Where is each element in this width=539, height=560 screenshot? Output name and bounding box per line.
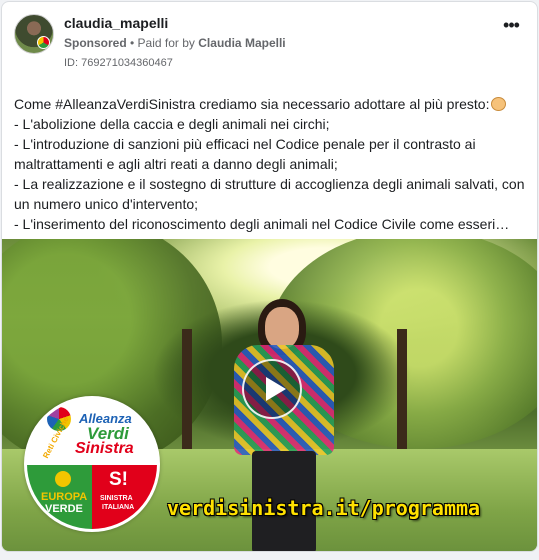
profile-avatar[interactable]	[14, 14, 54, 54]
tree-trunk	[397, 329, 407, 469]
sun-icon	[55, 471, 71, 487]
play-icon[interactable]	[242, 359, 302, 419]
body-line: - L'inserimento del riconoscimento degli…	[14, 216, 510, 232]
sponsored-label: Sponsored	[64, 36, 127, 50]
tree-trunk	[182, 329, 192, 469]
body-line: maltrattamenti e agli altri reati a dann…	[14, 156, 338, 172]
party-logo: Reti Civiche Alleanza Verdi Sinistra EUR…	[24, 396, 160, 532]
video-url-overlay: verdisinistra.it/programma	[167, 496, 481, 520]
ad-post-card: claudia_mapelli Sponsored • Paid for by …	[1, 1, 538, 552]
body-line: - L'abolizione della caccia e degli anim…	[14, 116, 330, 132]
more-options-icon[interactable]: •••	[499, 16, 523, 38]
party-badge-icon	[37, 36, 50, 49]
dog-face-emoji-icon	[491, 97, 507, 111]
body-line: - La realizzazione e il sostegno di stru…	[14, 176, 525, 192]
paid-by-name[interactable]: Claudia Mapelli	[198, 36, 285, 50]
post-body-text: Come #AlleanzaVerdiSinistra crediamo sia…	[14, 94, 528, 234]
video-player[interactable]: Reti Civiche Alleanza Verdi Sinistra EUR…	[2, 239, 537, 551]
body-line: Come #AlleanzaVerdiSinistra crediamo sia…	[14, 94, 528, 114]
sponsored-line: Sponsored • Paid for by Claudia Mapelli	[64, 36, 286, 50]
paid-for-prefix: • Paid for by	[130, 36, 195, 50]
body-line: - L'introduzione di sanzioni più efficac…	[14, 136, 476, 152]
username[interactable]: claudia_mapelli	[64, 15, 168, 31]
ad-id: ID: 769271034360467	[64, 57, 173, 69]
post-header: claudia_mapelli Sponsored • Paid for by …	[14, 14, 525, 72]
body-line: un numero unico d'intervento;	[14, 196, 199, 212]
